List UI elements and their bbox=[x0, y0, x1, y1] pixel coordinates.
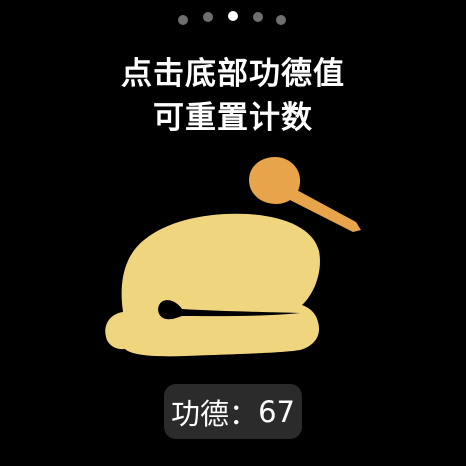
merit-value: 67 bbox=[258, 394, 295, 429]
merit-separator: ： bbox=[229, 396, 259, 431]
wooden-fish-icon[interactable] bbox=[105, 213, 320, 357]
mallet-head bbox=[249, 157, 301, 204]
watch-screen: 点击底部功德值 可重置计数 功德： 67 bbox=[0, 0, 466, 466]
fish-body bbox=[105, 213, 320, 357]
merit-label: 功德 bbox=[171, 396, 230, 431]
merit-counter-button[interactable]: 功德： 67 bbox=[164, 384, 302, 439]
